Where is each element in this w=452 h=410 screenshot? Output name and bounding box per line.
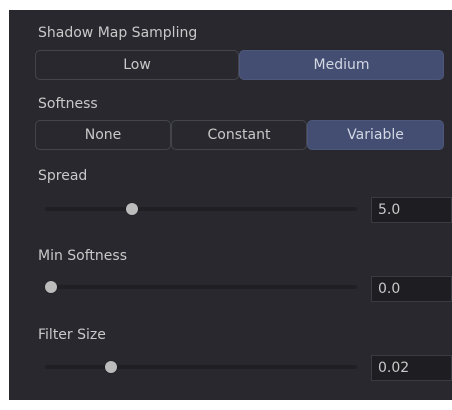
shadow-map-sampling-low-button[interactable]: Low [35, 50, 239, 80]
shadow-map-sampling-toggle: Low Medium [35, 50, 444, 80]
spread-slider-track[interactable] [45, 203, 357, 215]
softness-constant-button[interactable]: Constant [171, 120, 307, 150]
shadow-settings-container: Shadow Map Sampling Low Medium Softness … [9, 10, 452, 400]
filter-size-slider-track[interactable] [45, 361, 357, 373]
spread-value-field[interactable] [371, 197, 452, 223]
settings-panel: Shadow Map Sampling Low Medium Softness … [0, 0, 452, 410]
min-softness-slider-handle[interactable] [45, 281, 57, 293]
filter-size-label: Filter Size [38, 327, 106, 343]
min-softness-label: Min Softness [38, 248, 127, 264]
softness-none-button[interactable]: None [35, 120, 171, 150]
softness-toggle: None Constant Variable [35, 120, 444, 150]
filter-size-slider-handle[interactable] [105, 361, 117, 373]
softness-label: Softness [38, 96, 98, 112]
spread-label: Spread [38, 168, 88, 184]
softness-variable-button[interactable]: Variable [307, 120, 444, 150]
min-softness-value-field[interactable] [371, 276, 452, 302]
shadow-map-sampling-label: Shadow Map Sampling [38, 25, 198, 41]
spread-slider-handle[interactable] [126, 203, 138, 215]
filter-size-value-field[interactable] [371, 355, 452, 381]
shadow-map-sampling-medium-button[interactable]: Medium [239, 50, 444, 80]
min-softness-slider-track[interactable] [45, 281, 357, 293]
